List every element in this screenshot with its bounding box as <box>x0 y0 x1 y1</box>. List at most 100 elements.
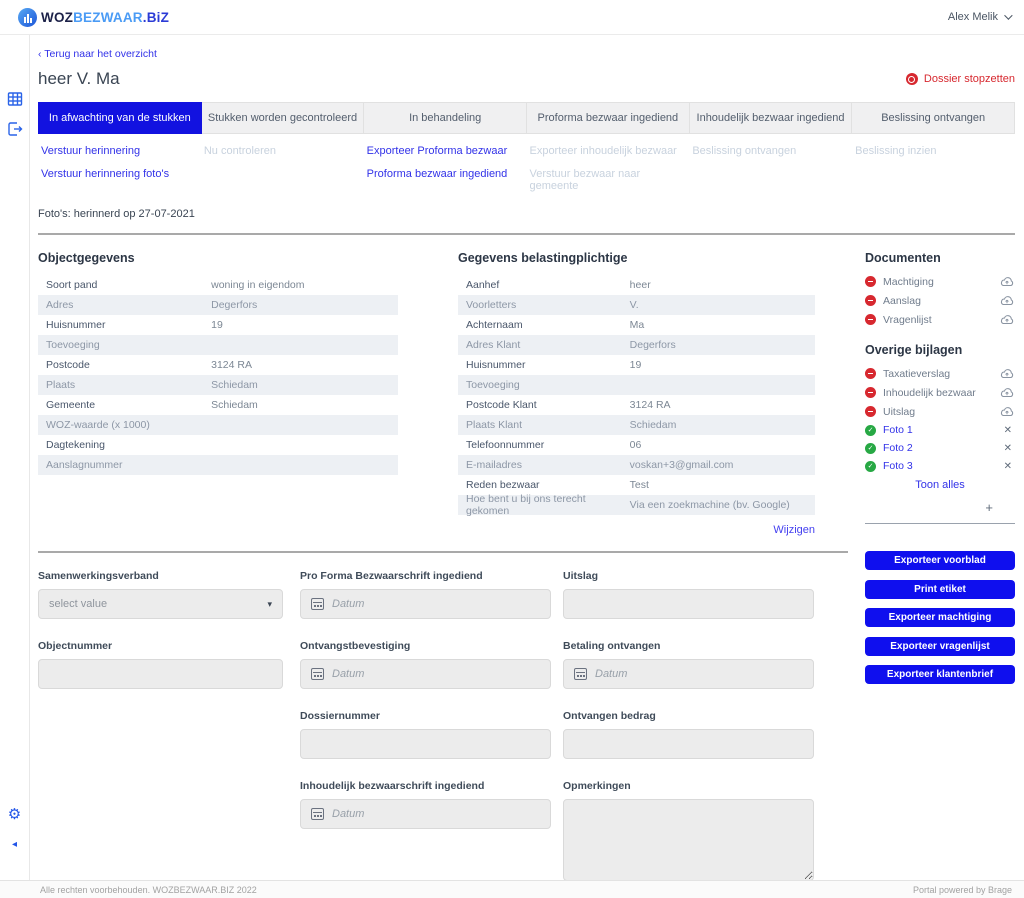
table-row: Telefoonnummer06 <box>458 435 815 455</box>
top-bar: WOZBEZWAAR.BiZ Alex Melik <box>0 0 1024 35</box>
dossiernummer-input[interactable] <box>300 729 551 759</box>
table-row: E-mailadresvoskan+3@gmail.com <box>458 455 815 475</box>
export-logout-icon[interactable] <box>6 120 23 137</box>
print-etiket-button[interactable]: Print etiket <box>865 580 1015 599</box>
photo-link[interactable]: Foto 1 <box>883 424 1001 436</box>
photo-link[interactable]: Foto 3 <box>883 460 1001 472</box>
list-item: Vragenlijst <box>865 313 1015 326</box>
action-proforma-ingediend[interactable]: Proforma bezwaar ingediend <box>367 168 517 180</box>
samenwerkingsverband-select[interactable]: select value ▾ <box>38 589 283 619</box>
table-row: Hoe bent u bij ons terecht gekomenVia ee… <box>458 495 815 515</box>
stop-icon <box>906 73 918 85</box>
table-row: PlaatsSchiedam <box>38 375 398 395</box>
table-row: Reden bezwaarTest <box>458 475 815 495</box>
list-item: Foto 2 ✕ <box>865 442 1015 454</box>
missing-status-icon <box>865 387 876 398</box>
missing-status-icon <box>865 406 876 417</box>
proforma-ingediend-date-input[interactable]: Datum <box>300 589 551 619</box>
calendar-icon <box>311 668 324 680</box>
action-exporteer-inhoudelijk: Exporteer inhoudelijk bezwaar <box>529 145 679 157</box>
upload-cloud-icon[interactable] <box>999 386 1015 399</box>
tab-beslissing-ontvangen[interactable]: Beslissing ontvangen <box>852 102 1015 134</box>
photos-reminder-note: Foto's: herinnerd op 27-07-2021 <box>38 208 1015 220</box>
select-caret-icon: ▾ <box>267 599 272 610</box>
uploaded-status-icon <box>865 425 876 436</box>
show-all-link[interactable]: Toon alles <box>865 479 1015 491</box>
tab-in-afwachting[interactable]: In afwachting van de stukken <box>38 102 202 134</box>
tab-in-behandeling[interactable]: In behandeling <box>364 102 527 134</box>
action-exporteer-proforma[interactable]: Exporteer Proforma bezwaar <box>367 145 517 157</box>
photo-link[interactable]: Foto 2 <box>883 442 1001 454</box>
uploaded-status-icon <box>865 461 876 472</box>
tab-inhoudelijk-ingediend[interactable]: Inhoudelijk bezwaar ingediend <box>690 102 853 134</box>
stop-dossier-button[interactable]: Dossier stopzetten <box>906 73 1015 85</box>
table-row: AdresDegerfors <box>38 295 398 315</box>
upload-cloud-icon[interactable] <box>999 313 1015 326</box>
table-row: VoorlettersV. <box>458 295 815 315</box>
upload-cloud-icon[interactable] <box>999 294 1015 307</box>
add-attachment-button[interactable]: + <box>865 500 1015 515</box>
user-menu[interactable]: Alex Melik <box>948 11 1010 23</box>
table-row: Adres KlantDegerfors <box>458 335 815 355</box>
action-beslissing-ontvangen: Beslissing ontvangen <box>692 145 842 157</box>
exporteer-vragenlijst-button[interactable]: Exporteer vragenlijst <box>865 637 1015 656</box>
attachments-title: Overige bijlagen <box>865 343 1015 357</box>
inhoudelijk-ingediend-date-input[interactable]: Datum <box>300 799 551 829</box>
action-verstuur-herinnering[interactable]: Verstuur herinnering <box>41 145 191 157</box>
table-row: WOZ-waarde (x 1000) <box>38 415 398 435</box>
chevron-down-icon <box>1004 11 1012 19</box>
list-item: Machtiging <box>865 275 1015 288</box>
ontvangstbevestiging-date-input[interactable]: Datum <box>300 659 551 689</box>
back-to-overview-link[interactable]: ‹ Terug naar het overzicht <box>38 48 1015 60</box>
upload-cloud-icon[interactable] <box>999 367 1015 380</box>
exporteer-machtiging-button[interactable]: Exporteer machtiging <box>865 608 1015 627</box>
footer-powered-by: Portal powered by Brage <box>913 885 1012 895</box>
remove-x-icon[interactable]: ✕ <box>1001 461 1015 472</box>
action-verstuur-herinnering-fotos[interactable]: Verstuur herinnering foto's <box>41 168 191 180</box>
table-row: Plaats KlantSchiedam <box>458 415 815 435</box>
objectnummer-input[interactable] <box>38 659 283 689</box>
uploaded-status-icon <box>865 443 876 454</box>
documents-title: Documenten <box>865 251 1015 265</box>
collapse-sidebar-icon[interactable]: ◂ <box>6 836 23 853</box>
tab-stukken-gecontroleerd[interactable]: Stukken worden gecontroleerd <box>202 102 365 134</box>
action-beslissing-inzien: Beslissing inzien <box>855 145 1005 157</box>
upload-cloud-icon[interactable] <box>999 405 1015 418</box>
settings-gear-icon[interactable]: ⚙ <box>6 806 23 823</box>
taxpayer-data-panel: Gegevens belastingplichtige Aanhefheer V… <box>458 251 815 536</box>
tab-action-links: Verstuur herinnering Verstuur herinnerin… <box>38 145 1015 203</box>
remove-x-icon[interactable]: ✕ <box>1001 443 1015 454</box>
betaling-ontvangen-date-input[interactable]: Datum <box>563 659 814 689</box>
taxpayer-data-title: Gegevens belastingplichtige <box>458 251 815 265</box>
objectnummer-label: Objectnummer <box>38 640 283 652</box>
table-row: Toevoeging <box>38 335 398 355</box>
section-divider <box>38 233 1015 235</box>
grid-overview-icon[interactable] <box>6 90 23 107</box>
upload-cloud-icon[interactable] <box>999 275 1015 288</box>
proforma-ingediend-label: Pro Forma Bezwaarschrift ingediend <box>300 570 551 582</box>
ontvangstbevestiging-label: Ontvangstbevestiging <box>300 640 551 652</box>
samenwerkingsverband-label: Samenwerkingsverband <box>38 570 283 582</box>
table-row: AchternaamMa <box>458 315 815 335</box>
opmerkingen-textarea[interactable] <box>563 799 814 880</box>
exporteer-voorblad-button[interactable]: Exporteer voorblad <box>865 551 1015 570</box>
footer-copyright: Alle rechten voorbehouden. WOZBEZWAAR.BI… <box>40 885 257 895</box>
page-title: heer V. Ma <box>38 69 120 89</box>
list-item: Foto 1 ✕ <box>865 424 1015 436</box>
missing-status-icon <box>865 295 876 306</box>
app-logo[interactable]: WOZBEZWAAR.BiZ <box>18 8 169 27</box>
calendar-icon <box>574 668 587 680</box>
uitslag-input[interactable] <box>563 589 814 619</box>
action-verstuur-bezwaar-gemeente: Verstuur bezwaar naar gemeente <box>529 168 679 192</box>
action-nu-controleren: Nu controleren <box>204 145 354 157</box>
list-item: Aanslag <box>865 294 1015 307</box>
exporteer-klantenbrief-button[interactable]: Exporteer klantenbrief <box>865 665 1015 684</box>
object-data-title: Objectgegevens <box>38 251 398 265</box>
list-item: Foto 3 ✕ <box>865 460 1015 472</box>
table-row: Huisnummer19 <box>458 355 815 375</box>
missing-status-icon <box>865 276 876 287</box>
tab-proforma-ingediend[interactable]: Proforma bezwaar ingediend <box>527 102 690 134</box>
ontvangen-bedrag-input[interactable] <box>563 729 814 759</box>
remove-x-icon[interactable]: ✕ <box>1001 425 1015 436</box>
edit-taxpayer-link[interactable]: Wijzigen <box>773 524 815 536</box>
